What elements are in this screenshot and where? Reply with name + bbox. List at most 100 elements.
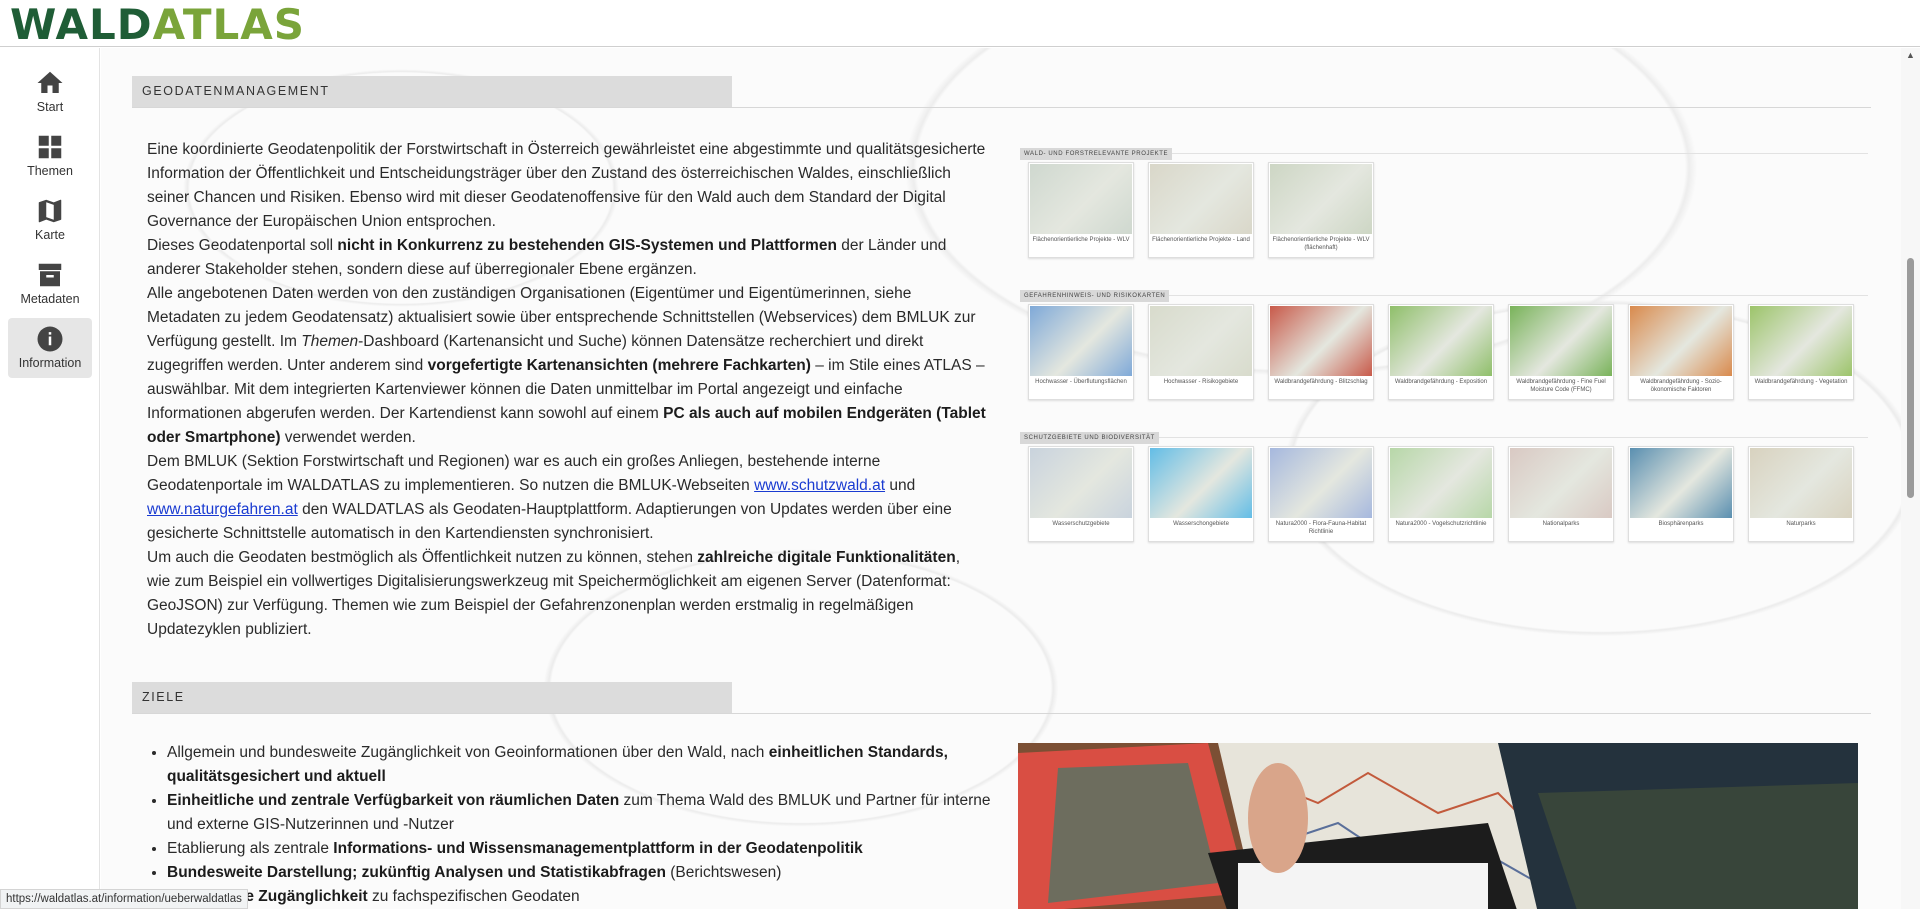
- sidebar-item-metadaten[interactable]: Metadaten: [8, 254, 92, 314]
- paragraph: Eine koordinierte Geodatenpolitik der Fo…: [147, 138, 987, 234]
- text: Allgemein und bundesweite Zugänglichkeit…: [167, 744, 769, 761]
- map-thumbnail-card[interactable]: Waldbrandgefährdung - Blitzschlag: [1268, 304, 1374, 400]
- sidebar-item-start[interactable]: Start: [8, 62, 92, 122]
- map-thumbnail-image: [1150, 306, 1252, 376]
- thumb-group-header: WALD- UND FORSTRELEVANTE PROJEKTE: [1020, 142, 1868, 160]
- map-thumbnail-caption: Hochwasser - Risikogebiete: [1163, 379, 1239, 385]
- map-thumbnail-image: [1030, 306, 1132, 376]
- sidebar-item-label: Themen: [27, 164, 73, 178]
- text: und: [885, 477, 916, 494]
- atlas-thumbnails-panel: WALD- UND FORSTRELEVANTE PROJEKTE GEFAHR…: [1020, 142, 1868, 554]
- map-icon: [38, 199, 62, 223]
- schutzwald-link[interactable]: www.schutzwald.at: [754, 477, 885, 494]
- sidebar-item-label: Metadaten: [20, 292, 80, 306]
- map-thumbnail-image: [1270, 448, 1372, 518]
- map-thumbnail-card[interactable]: Hochwasser - Überflutungsflächen: [1028, 304, 1134, 400]
- thumb-group-title: GEFAHRENHINWEIS- UND RISIKOKARTEN: [1020, 290, 1170, 302]
- map-thumbnail-image: [1150, 164, 1252, 234]
- grid-icon: [38, 135, 62, 159]
- map-thumbnail-card[interactable]: Naturparks: [1748, 446, 1854, 542]
- text: Um auch die Geodaten bestmöglich als Öff…: [147, 549, 698, 566]
- map-thumbnail-caption: Wasserschongebiete: [1173, 521, 1229, 527]
- sidebar-item-information[interactable]: Information: [8, 318, 92, 378]
- list-item: Einheitliche und zentrale Verfügbarkeit …: [167, 789, 997, 837]
- map-thumbnail-caption: Hochwasser - Überflutungsflächen: [1035, 379, 1127, 385]
- map-thumbnail-card[interactable]: Natura2000 - Flora-Fauna-Habitat Richtli…: [1268, 446, 1374, 542]
- text-bold: Bundesweite Darstellung; zukünftig Analy…: [167, 864, 666, 881]
- sidebar-item-label: Start: [36, 100, 64, 114]
- map-thumbnail-image: [1390, 306, 1492, 376]
- map-thumbnail-card[interactable]: Waldbrandgefährdung - Sozio-ökonomische …: [1628, 304, 1734, 400]
- top-bar: WALDATLAS: [0, 0, 1920, 47]
- map-thumbnail-caption: Waldbrandgefährdung - Blitzschlag: [1274, 379, 1368, 385]
- waldatlas-logo[interactable]: WALDATLAS: [10, 3, 305, 47]
- map-thumbnail-caption: Natura2000 - Vogelschutzrichtlinie: [1395, 521, 1487, 527]
- paragraph: Dem BMLUK (Sektion Forstwirtschaft und R…: [147, 450, 987, 546]
- map-thumbnail-caption: Naturparks: [1786, 521, 1816, 527]
- text: Dieses Geodatenportal soll: [147, 237, 338, 254]
- map-thumbnail-caption: Wasserschutzgebiete: [1052, 521, 1110, 527]
- map-thumbnail-card[interactable]: Waldbrandgefährdung - Exposition: [1388, 304, 1494, 400]
- sidebar-item-label: Karte: [35, 228, 65, 242]
- map-thumbnail-card[interactable]: Flächenorientierliche Projekte - Land: [1148, 162, 1254, 258]
- vertical-scrollbar[interactable]: ▲: [1901, 48, 1920, 909]
- sidebar-item-karte[interactable]: Karte: [8, 190, 92, 250]
- text: (Berichtswesen): [665, 864, 782, 881]
- naturgefahren-link[interactable]: www.naturgefahren.at: [147, 501, 298, 518]
- map-thumbnail-caption: Natura2000 - Flora-Fauna-Habitat Richtli…: [1275, 521, 1367, 535]
- ziele-list: Allgemein und bundesweite Zugänglichkeit…: [147, 741, 997, 909]
- paragraph: Dieses Geodatenportal soll nicht in Konk…: [147, 234, 987, 282]
- map-thumbnail-caption: Flächenorientierliche Projekte - WLV: [1032, 237, 1130, 243]
- scroll-up-arrow-icon[interactable]: ▲: [1906, 50, 1915, 60]
- map-thumbnail-card[interactable]: Waldbrandgefährdung - Fine Fuel Moisture…: [1508, 304, 1614, 400]
- map-thumbnail-image: [1270, 164, 1372, 234]
- thumb-group-title: WALD- UND FORSTRELEVANTE PROJEKTE: [1020, 148, 1173, 160]
- logo-text-wald: WALD: [10, 0, 153, 49]
- logo-text-atlas: ATLAS: [152, 0, 305, 49]
- status-bar-url: https://waldatlas.at/information/ueberwa…: [0, 889, 248, 909]
- list-item: Etablierung als zentrale Informations- u…: [167, 837, 997, 861]
- scrollbar-thumb[interactable]: [1907, 258, 1914, 498]
- map-thumbnail-caption: Flächenorientierliche Projekte - Land: [1152, 237, 1250, 243]
- thumb-group-title: SCHUTZGEBIETE UND BIODIVERSITÄT: [1020, 432, 1159, 444]
- map-thumbnail-card[interactable]: Wasserschongebiete: [1148, 446, 1254, 542]
- map-thumbnail-card[interactable]: Wasserschutzgebiete: [1028, 446, 1134, 542]
- map-thumbnail-card[interactable]: Flächenorientierliche Projekte - WLV: [1028, 162, 1134, 258]
- sidebar-item-themen[interactable]: Themen: [8, 126, 92, 186]
- map-thumbnail-image: [1630, 306, 1732, 376]
- map-thumbnail-card[interactable]: Waldbrandgefährdung - Vegetation: [1748, 304, 1854, 400]
- section-header-geodatenmanagement: GEODATENMANAGEMENT: [132, 76, 1871, 108]
- text: Eine koordinierte Geodatenpolitik der Fo…: [147, 141, 986, 230]
- sidebar-nav: Start Themen Karte Metadaten Information: [0, 48, 100, 909]
- text-bold: vorgefertigte Kartenansichten (mehrere F…: [427, 357, 811, 374]
- map-thumbnail-image: [1390, 448, 1492, 518]
- map-thumbnail-card[interactable]: Nationalparks: [1508, 446, 1614, 542]
- geodatenmanagement-text: Eine koordinierte Geodatenpolitik der Fo…: [147, 138, 987, 642]
- paragraph: Um auch die Geodaten bestmöglich als Öff…: [147, 546, 987, 642]
- map-thumbnail-image: [1150, 448, 1252, 518]
- text-bold: zahlreiche digitale Funktionalitäten: [697, 549, 956, 566]
- main-content: GEODATENMANAGEMENT Eine koordinierte Geo…: [101, 48, 1901, 909]
- thumb-group-header: SCHUTZGEBIETE UND BIODIVERSITÄT: [1020, 426, 1868, 444]
- map-thumbnail-image: [1030, 164, 1132, 234]
- map-thumbnail-caption: Nationalparks: [1542, 521, 1580, 527]
- map-thumbnail-caption: Biosphärenparks: [1658, 521, 1704, 527]
- info-icon: [37, 326, 63, 352]
- text-bold: nicht in Konkurrenz zu bestehenden GIS-S…: [337, 237, 837, 254]
- map-thumbnail-caption: Waldbrandgefährdung - Vegetation: [1754, 379, 1848, 385]
- text-bold: Informations- und Wissensmanagementplatt…: [333, 840, 863, 857]
- map-thumbnail-image: [1030, 448, 1132, 518]
- text-italic: Themen: [301, 333, 359, 350]
- tablet-map-photo: [1018, 743, 1858, 909]
- map-thumbnail-image: [1750, 448, 1852, 518]
- text: Etablierung als zentrale: [167, 840, 334, 857]
- map-thumbnail-image: [1510, 306, 1612, 376]
- list-item: Bundesweite Darstellung; zukünftig Analy…: [167, 861, 997, 885]
- map-thumbnail-card[interactable]: Natura2000 - Vogelschutzrichtlinie: [1388, 446, 1494, 542]
- map-thumbnail-image: [1750, 306, 1852, 376]
- map-thumbnail-card[interactable]: Hochwasser - Risikogebiete: [1148, 304, 1254, 400]
- map-thumbnail-card[interactable]: Flächenorientierliche Projekte - WLV (fl…: [1268, 162, 1374, 258]
- map-thumbnail-card[interactable]: Biosphärenparks: [1628, 446, 1734, 542]
- text: verwendet werden.: [280, 429, 416, 446]
- thumb-group-header: GEFAHRENHINWEIS- UND RISIKOKARTEN: [1020, 284, 1868, 302]
